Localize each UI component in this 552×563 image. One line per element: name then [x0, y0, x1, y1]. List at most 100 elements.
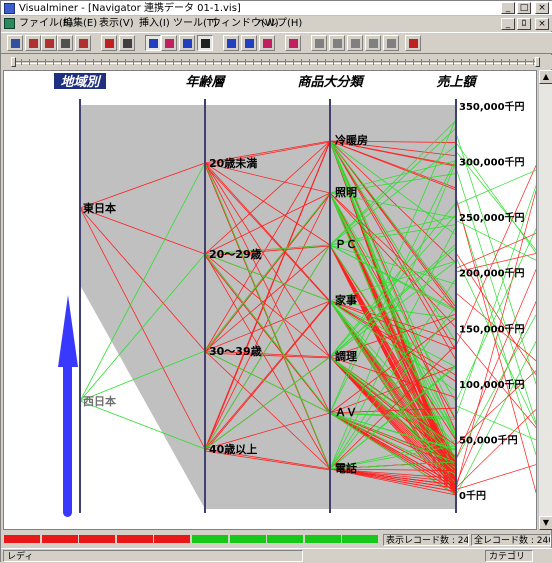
sales-tick-label[interactable]: 250,000千円 [459, 211, 525, 224]
doc-restore-button[interactable]: ﾛ [517, 18, 531, 30]
menu-view[interactable]: 表示(V) [99, 17, 134, 30]
ruler-tick [301, 59, 302, 65]
menu-help[interactable]: ヘルプ(H) [257, 17, 302, 30]
open-icon [11, 39, 20, 48]
category-label-product[interactable]: 電話 [335, 461, 357, 475]
scatter-button[interactable] [223, 35, 239, 51]
import-button[interactable] [25, 35, 41, 51]
category-label-age[interactable]: 30〜39歳 [209, 344, 262, 358]
ruler-tick [429, 59, 430, 65]
category-label-product[interactable]: 冷暖房 [335, 133, 368, 147]
scatter-select-button[interactable] [241, 35, 257, 51]
ruler-tick [45, 59, 46, 65]
ruler-tick [381, 59, 382, 65]
ruler-tick [397, 59, 398, 65]
parallel-axis-button[interactable] [179, 35, 195, 51]
status-ready: レディ [3, 550, 303, 562]
category-label-age[interactable]: 20〜29歳 [209, 247, 262, 261]
ruler-tick [277, 59, 278, 65]
axis-title-2[interactable]: 年齢層 [185, 74, 226, 90]
display-record-count: 表示レコード数 : 240 [383, 534, 469, 546]
sales-tick-label[interactable]: 200,000千円 [459, 267, 525, 280]
category-label-age[interactable]: 40歳以上 [209, 442, 257, 456]
filter-arrow-head[interactable] [58, 295, 78, 367]
category-label-product[interactable]: 家事 [335, 293, 357, 307]
grid-button[interactable] [311, 35, 327, 51]
dataset-button[interactable] [405, 35, 421, 51]
document-icon[interactable] [4, 18, 15, 29]
ruler-tick [525, 59, 526, 65]
parallel-color-button[interactable] [161, 35, 177, 51]
filter-button[interactable] [285, 35, 301, 51]
parallel-coordinates-chart[interactable]: 地域別 年齢層 商品大分類 売上額東日本西日本 20歳未満 20〜29歳 30〜39歳 40歳… [4, 71, 537, 530]
sales-tick-label[interactable]: 100,000千円 [459, 378, 525, 391]
category-label-age[interactable]: 20歳未満 [209, 156, 257, 170]
category-label-region[interactable]: 西日本 [83, 394, 116, 408]
zoom-button[interactable] [383, 35, 399, 51]
category-label-region[interactable]: 東日本 [83, 201, 116, 215]
print-button[interactable] [57, 35, 73, 51]
settings-button[interactable] [119, 35, 135, 51]
maximize-button[interactable]: □ [517, 2, 531, 14]
ruler-tick [173, 59, 174, 65]
export-button[interactable] [41, 35, 57, 51]
scroll-up-arrow[interactable]: ▲ [539, 70, 552, 84]
close-button[interactable]: × [535, 2, 549, 14]
scatter-color-button[interactable] [259, 35, 275, 51]
ruler-tick [493, 59, 494, 65]
sales-tick-label[interactable]: 0千円 [459, 489, 486, 502]
toolbar [1, 32, 552, 54]
doc-close-button[interactable]: × [535, 18, 549, 30]
record-line [455, 464, 536, 490]
scroll-down-arrow[interactable]: ▼ [539, 516, 552, 530]
data-button[interactable] [75, 35, 91, 51]
sales-tick-label[interactable]: 350,000千円 [459, 100, 525, 113]
filter-arrow-shaft[interactable] [63, 341, 72, 517]
ruler-tick [157, 59, 158, 65]
mark-icon [369, 39, 378, 48]
axis-title-4[interactable]: 売上額 [436, 74, 478, 90]
ruler-tick [221, 59, 222, 65]
brush-icon [351, 39, 360, 48]
parallel-button[interactable] [145, 35, 161, 51]
ruler-tick [189, 59, 190, 65]
ruler-left-handle[interactable] [11, 57, 16, 67]
mark-button[interactable] [365, 35, 381, 51]
progress-segment [116, 535, 153, 543]
doc-minimize-button[interactable]: _ [501, 18, 515, 30]
parallel-color-icon [165, 39, 174, 48]
axis-ruler [1, 55, 552, 69]
sales-tick-label[interactable]: 150,000千円 [459, 322, 525, 335]
ruler-tick [109, 59, 110, 65]
category-label-product[interactable]: ＰＣ [335, 238, 357, 251]
ruler-tick [205, 59, 206, 65]
axis-title-1[interactable]: 地域別 [60, 74, 101, 90]
bar-chart-button[interactable] [101, 35, 117, 51]
title-bar: Visualminer - [Navigator 連携データ 01-1.vis]… [1, 1, 552, 16]
table-button[interactable] [197, 35, 213, 51]
progress-segment [4, 535, 40, 543]
open-button[interactable] [7, 35, 23, 51]
ruler-tick [437, 59, 438, 65]
record-line [455, 169, 536, 205]
menu-edit[interactable]: 編集(E) [63, 17, 97, 30]
ruler-tick [485, 59, 486, 65]
brush-button[interactable] [347, 35, 363, 51]
record-line [455, 257, 536, 426]
category-label-product[interactable]: 照明 [335, 186, 357, 199]
minimize-button[interactable]: _ [501, 2, 515, 14]
axis-title-3[interactable]: 商品大分類 [297, 74, 365, 90]
export-icon [45, 39, 54, 48]
selection-progress-bar [4, 535, 380, 545]
selection-band [80, 105, 456, 509]
ruler-tick [77, 59, 78, 65]
menu-insert[interactable]: 挿入(I) [139, 17, 170, 30]
category-label-product[interactable]: ＡＶ [335, 406, 357, 419]
sales-tick-label[interactable]: 50,000千円 [459, 433, 518, 446]
vertical-scrollbar[interactable]: ▲ ▼ [538, 70, 552, 530]
ruler-right-handle[interactable] [535, 57, 540, 67]
sales-tick-label[interactable]: 300,000千円 [459, 156, 525, 169]
chart-canvas[interactable]: 地域別 年齢層 商品大分類 売上額東日本西日本 20歳未満 20〜29歳 30〜39歳 40歳… [3, 70, 537, 530]
grid-select-button[interactable] [329, 35, 345, 51]
category-label-product[interactable]: 調理 [335, 349, 357, 363]
